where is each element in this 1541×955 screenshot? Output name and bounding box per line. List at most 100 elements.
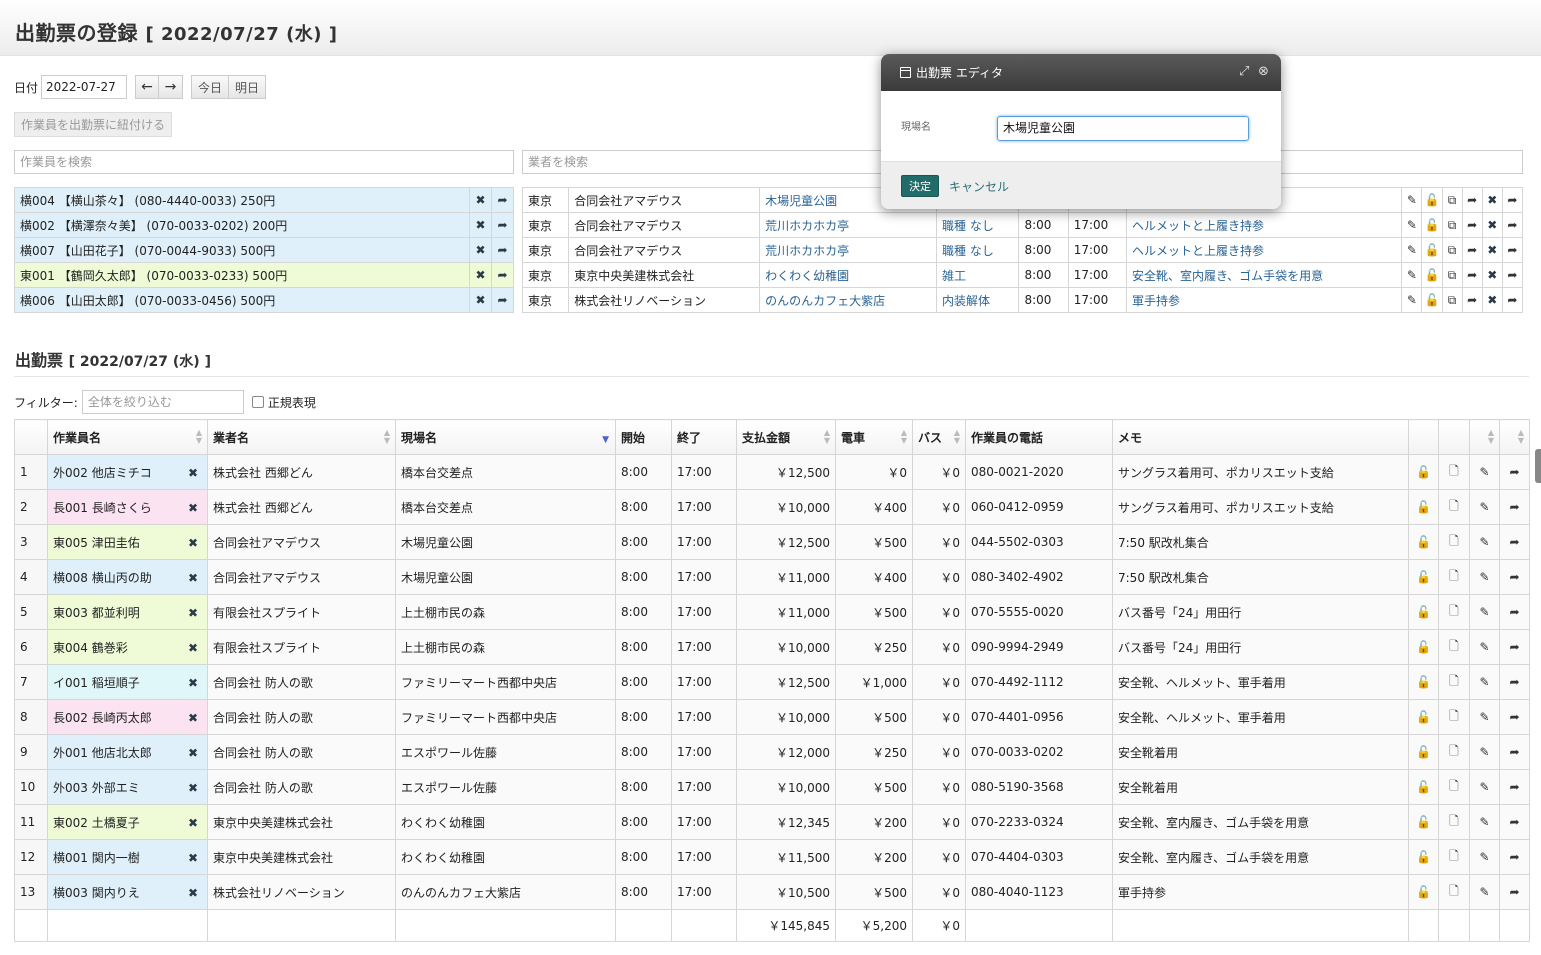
col-site[interactable]: 現場名 ▼ — [395, 419, 616, 455]
assign-worker-button[interactable]: ➦ — [491, 212, 514, 238]
unlock-button[interactable]: 🔓 — [1408, 524, 1439, 560]
today-button[interactable]: 今日 — [191, 75, 230, 99]
remove-worker-button[interactable]: ✖ — [469, 262, 492, 288]
remove-button[interactable]: ✖ — [1481, 262, 1503, 288]
arrow-right-button[interactable]: ➦ — [1501, 287, 1524, 313]
col-end[interactable]: 終了 — [671, 419, 737, 455]
assignment-job-link[interactable]: 雑工 — [936, 262, 1020, 288]
remove-icon[interactable]: ✖ — [188, 501, 198, 515]
filter-input[interactable]: 全体を絞り込む — [81, 390, 244, 414]
remove-worker-button[interactable]: ✖ — [469, 237, 492, 263]
unlock-button[interactable]: 🔓 — [1408, 874, 1439, 910]
prev-day-button[interactable]: ← — [135, 75, 160, 99]
remove-icon[interactable]: ✖ — [188, 571, 198, 585]
unlock-button[interactable]: 🔓 — [1408, 454, 1439, 490]
edit-button[interactable]: ✎ — [1469, 874, 1500, 910]
arrow-right-button[interactable]: ➦ — [1501, 262, 1524, 288]
forward-button[interactable]: ➦ — [1499, 769, 1530, 805]
edit-button[interactable]: ✎ — [1469, 839, 1500, 875]
remove-icon[interactable]: ✖ — [188, 466, 198, 480]
assignment-job-link[interactable]: 内装解体 — [936, 287, 1020, 313]
next-day-button[interactable]: → — [159, 75, 184, 99]
edit-button[interactable]: ✎ — [1469, 699, 1500, 735]
remove-worker-button[interactable]: ✖ — [469, 287, 492, 313]
worker-list-item[interactable]: 横006 【山田太郎】 (070-0033-0456) 500円 ✖ ➦ — [14, 287, 514, 313]
assign-worker-button[interactable]: ➦ — [491, 237, 514, 263]
copy-button[interactable]: ⧉ — [1441, 262, 1463, 288]
col-worker[interactable]: 作業員名 ▲ ▼ — [47, 419, 208, 455]
remove-worker-button[interactable]: ✖ — [469, 212, 492, 238]
arrow-right-button[interactable]: ➦ — [1501, 212, 1524, 238]
assignment-site-link[interactable]: 荒川ホカホカ亭 — [759, 237, 938, 263]
forward-button[interactable]: ➦ — [1461, 262, 1483, 288]
unlock-button[interactable]: 🔓 — [1421, 287, 1443, 313]
forward-button[interactable]: ➦ — [1499, 874, 1530, 910]
side-handle[interactable] — [1535, 449, 1541, 483]
col-memo[interactable]: メモ — [1112, 419, 1409, 455]
unlock-button[interactable]: 🔓 — [1408, 559, 1439, 595]
assignment-memo-link[interactable]: ヘルメットと上履き持参 — [1125, 212, 1403, 238]
remove-icon[interactable]: ✖ — [188, 711, 198, 725]
remove-icon[interactable]: ✖ — [188, 851, 198, 865]
unlock-button[interactable]: 🔓 — [1408, 699, 1439, 735]
remove-button[interactable]: ✖ — [1481, 212, 1503, 238]
col-company[interactable]: 業者名 ▲ ▼ — [207, 419, 396, 455]
unlock-button[interactable]: 🔓 — [1408, 489, 1439, 525]
forward-button[interactable]: ➦ — [1461, 187, 1483, 213]
expand-icon[interactable]: ⤢ — [1239, 64, 1249, 79]
unlock-button[interactable]: 🔓 — [1408, 839, 1439, 875]
assignment-site-link[interactable]: のんのんカフェ大紫店 — [759, 287, 938, 313]
worker-list-item[interactable]: 横007 【山田花子】 (070-0044-9033) 500円 ✖ ➦ — [14, 237, 514, 263]
document-button[interactable]: 🗋 — [1438, 454, 1470, 490]
forward-button[interactable]: ➦ — [1499, 489, 1530, 525]
tomorrow-button[interactable]: 明日 — [229, 75, 267, 99]
edit-button[interactable]: ✎ — [1401, 212, 1423, 238]
document-button[interactable]: 🗋 — [1438, 769, 1470, 805]
forward-button[interactable]: ➦ — [1461, 212, 1483, 238]
document-button[interactable]: 🗋 — [1438, 804, 1470, 840]
unlock-button[interactable]: 🔓 — [1408, 664, 1439, 700]
edit-button[interactable]: ✎ — [1469, 804, 1500, 840]
document-button[interactable]: 🗋 — [1438, 524, 1470, 560]
worker-search-input[interactable]: 作業員を検索 — [14, 150, 514, 174]
edit-button[interactable]: ✎ — [1469, 664, 1500, 700]
document-button[interactable]: 🗋 — [1438, 874, 1470, 910]
assign-worker-button[interactable]: ➦ — [491, 187, 514, 213]
col-bus[interactable]: バス ▲ ▼ — [912, 419, 966, 455]
unlock-button[interactable]: 🔓 — [1421, 237, 1443, 263]
remove-button[interactable]: ✖ — [1481, 237, 1503, 263]
assignment-memo-link[interactable]: 安全靴、室内履き、ゴム手袋を用意 — [1125, 262, 1403, 288]
remove-icon[interactable]: ✖ — [188, 641, 198, 655]
unlock-button[interactable]: 🔓 — [1408, 769, 1439, 805]
edit-button[interactable]: ✎ — [1401, 287, 1423, 313]
document-button[interactable]: 🗋 — [1438, 559, 1470, 595]
document-button[interactable]: 🗋 — [1438, 699, 1470, 735]
col-start[interactable]: 開始 — [615, 419, 672, 455]
site-name-input[interactable]: 木場児童公園 — [997, 116, 1249, 141]
cancel-link[interactable]: キャンセル — [949, 178, 1009, 195]
col-phone[interactable]: 作業員の電話 — [965, 419, 1113, 455]
document-button[interactable]: 🗋 — [1438, 594, 1470, 630]
unlock-button[interactable]: 🔓 — [1408, 734, 1439, 770]
document-button[interactable]: 🗋 — [1438, 839, 1470, 875]
remove-icon[interactable]: ✖ — [188, 781, 198, 795]
arrow-right-button[interactable]: ➦ — [1501, 237, 1524, 263]
remove-button[interactable]: ✖ — [1481, 187, 1503, 213]
edit-button[interactable]: ✎ — [1469, 734, 1500, 770]
worker-list-item[interactable]: 東001 【鶴岡久太郎】 (070-0033-0233) 500円 ✖ ➦ — [14, 262, 514, 288]
remove-icon[interactable]: ✖ — [188, 536, 198, 550]
forward-button[interactable]: ➦ — [1461, 287, 1483, 313]
copy-button[interactable]: ⧉ — [1441, 187, 1463, 213]
assignment-job-link[interactable]: 職種 なし — [936, 237, 1020, 263]
forward-button[interactable]: ➦ — [1499, 839, 1530, 875]
unlock-button[interactable]: 🔓 — [1421, 262, 1443, 288]
forward-button[interactable]: ➦ — [1499, 629, 1530, 665]
remove-icon[interactable]: ✖ — [188, 816, 198, 830]
copy-button[interactable]: ⧉ — [1441, 212, 1463, 238]
remove-icon[interactable]: ✖ — [188, 746, 198, 760]
assignment-job-link[interactable]: 職種 なし — [936, 212, 1020, 238]
edit-button[interactable]: ✎ — [1469, 489, 1500, 525]
assign-worker-button[interactable]: ➦ — [491, 262, 514, 288]
unlock-button[interactable]: 🔓 — [1408, 804, 1439, 840]
document-button[interactable]: 🗋 — [1438, 664, 1470, 700]
